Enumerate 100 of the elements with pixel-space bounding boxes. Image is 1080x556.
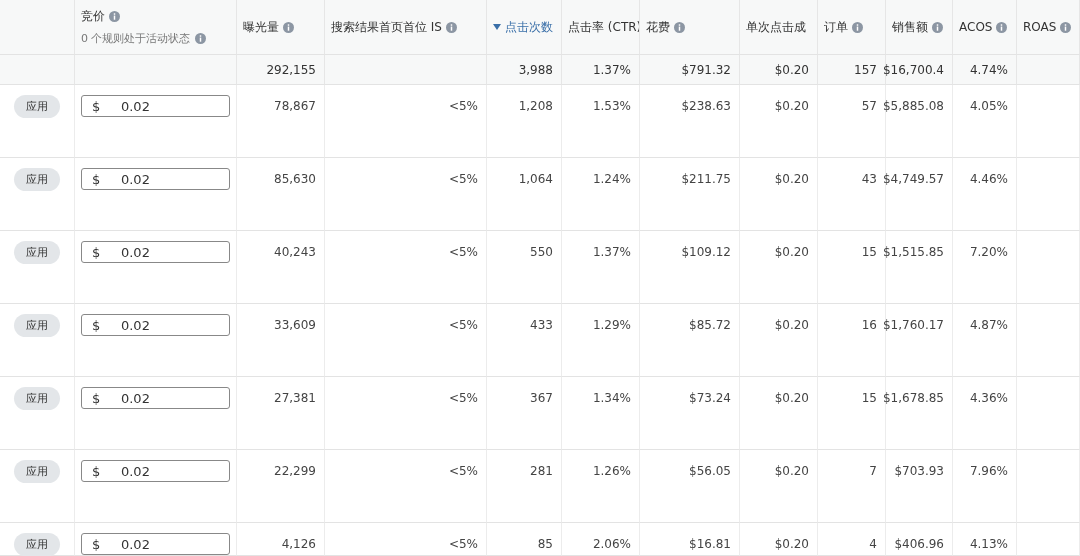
table-cell: 4.05% (953, 85, 1017, 158)
table-cell: <5% (325, 158, 487, 231)
apply-button[interactable]: 应用 (14, 168, 60, 191)
column-header[interactable]: 花费 (640, 0, 740, 55)
table-cell: 1.29% (562, 304, 640, 377)
bid-input-field[interactable]: $ 0.02 (81, 387, 230, 409)
table-cell (1017, 523, 1080, 556)
column-title: 竞价 (81, 8, 105, 25)
table-cell: 1.53% (562, 85, 640, 158)
table-cell: 33,609 (237, 304, 325, 377)
column-title: 点击次数 (505, 18, 553, 36)
table-cell: $0.20 (740, 523, 818, 556)
table-cell: $5,885.08 (886, 85, 953, 158)
table-cell: $0.20 (740, 377, 818, 450)
info-icon[interactable] (674, 21, 685, 33)
totals-cell: 292,155 (237, 55, 325, 85)
info-icon[interactable] (1060, 21, 1072, 33)
table-cell: 4 (818, 523, 886, 556)
bid-input-field[interactable]: $ 0.02 (81, 533, 230, 555)
info-icon[interactable] (852, 21, 863, 33)
table-cell: $109.12 (640, 231, 740, 304)
column-header[interactable]: 销售额 (886, 0, 953, 55)
apply-button[interactable]: 应用 (14, 314, 60, 337)
table-cell: $406.96 (886, 523, 953, 556)
column-title: 搜索结果首页首位 IS (331, 18, 442, 36)
column-title: 曝光量 (243, 18, 279, 36)
table-cell: <5% (325, 85, 487, 158)
table-cell: <5% (325, 523, 487, 556)
table-cell: $0.20 (740, 85, 818, 158)
column-header[interactable]: ACOS (953, 0, 1017, 55)
table-cell: <5% (325, 377, 487, 450)
column-title: 单次点击成 (746, 18, 806, 36)
table-cell: $0.20 (740, 304, 818, 377)
table-cell: 367 (487, 377, 562, 450)
table-cell: 4.87% (953, 304, 1017, 377)
table-cell: 1,208 (487, 85, 562, 158)
column-header[interactable]: 竞价 0 个规则处于活动状态 (75, 0, 237, 55)
info-icon[interactable] (446, 21, 457, 33)
table-cell: 4.36% (953, 377, 1017, 450)
column-header[interactable]: 订单 (818, 0, 886, 55)
rule-status-text: 0 个规则处于活动状态 (81, 31, 191, 46)
info-icon[interactable] (932, 21, 943, 33)
bid-input-field[interactable]: $ 0.02 (81, 95, 230, 117)
column-title: 销售额 (892, 18, 928, 36)
bid-input-field[interactable]: $ 0.02 (81, 460, 230, 482)
apply-button[interactable]: 应用 (14, 533, 60, 556)
table-cell: <5% (325, 304, 487, 377)
totals-cell: 3,988 (487, 55, 562, 85)
column-header[interactable]: ROAS (1017, 0, 1080, 55)
apply-button[interactable]: 应用 (14, 460, 60, 483)
info-icon[interactable] (283, 21, 294, 33)
table-cell: $1,760.17 (886, 304, 953, 377)
table-cell: 1,064 (487, 158, 562, 231)
totals-cell: $791.32 (640, 55, 740, 85)
table-cell: $0.20 (740, 158, 818, 231)
table-cell: 1.26% (562, 450, 640, 523)
column-header[interactable]: 曝光量 (237, 0, 325, 55)
table-cell: $56.05 (640, 450, 740, 523)
bid-input-field[interactable]: $ 0.02 (81, 314, 230, 336)
table-cell: $85.72 (640, 304, 740, 377)
table-cell: $0.20 (740, 450, 818, 523)
table-cell: $1,678.85 (886, 377, 953, 450)
table-cell: 7.20% (953, 231, 1017, 304)
table-cell: $1,515.85 (886, 231, 953, 304)
info-icon[interactable] (194, 33, 206, 44)
column-title: ACOS (959, 20, 993, 34)
bid-input-field[interactable]: $ 0.02 (81, 168, 230, 190)
table-cell: 7.96% (953, 450, 1017, 523)
apply-button[interactable]: 应用 (14, 387, 60, 410)
table-cell: $238.63 (640, 85, 740, 158)
totals-cell: 1.37% (562, 55, 640, 85)
apply-button[interactable]: 应用 (14, 95, 60, 118)
table-cell: 2.06% (562, 523, 640, 556)
table-cell: 281 (487, 450, 562, 523)
table-cell: 4,126 (237, 523, 325, 556)
table-cell: 4.46% (953, 158, 1017, 231)
totals-cell: $0.20 (740, 55, 818, 85)
info-icon[interactable] (996, 21, 1008, 33)
table-cell: 1.24% (562, 158, 640, 231)
info-icon[interactable] (109, 11, 120, 22)
table-cell: $703.93 (886, 450, 953, 523)
totals-cell: 4.74% (953, 55, 1017, 85)
table-cell: 4.13% (953, 523, 1017, 556)
table-cell: 40,243 (237, 231, 325, 304)
column-header[interactable]: 点击次数 (487, 0, 562, 55)
column-header[interactable]: 单次点击成 (740, 0, 818, 55)
apply-button[interactable]: 应用 (14, 241, 60, 264)
table-cell: 1.37% (562, 231, 640, 304)
column-title: ROAS (1023, 20, 1057, 34)
table-cell: 85,630 (237, 158, 325, 231)
table-cell: 1.34% (562, 377, 640, 450)
table-cell: $0.20 (740, 231, 818, 304)
table-cell: $16.81 (640, 523, 740, 556)
table-cell: <5% (325, 450, 487, 523)
table-cell: <5% (325, 231, 487, 304)
column-title: 花费 (646, 18, 670, 36)
table-cell: 7 (818, 450, 886, 523)
bid-input-field[interactable]: $ 0.02 (81, 241, 230, 263)
table-cell: 550 (487, 231, 562, 304)
column-header[interactable]: 搜索结果首页首位 IS (325, 0, 487, 55)
